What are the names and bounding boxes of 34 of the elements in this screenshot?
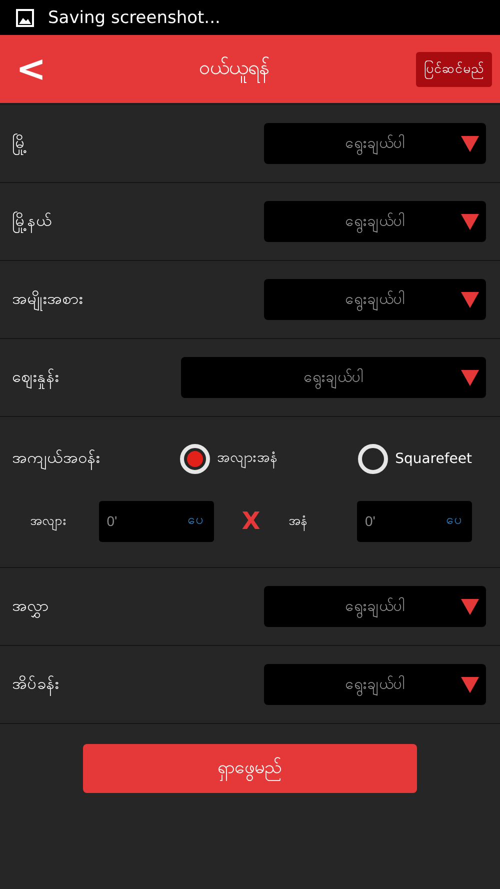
dropdown[interactable]: ရွေးချယ်ပါ [264,586,486,627]
field-label: အနံ [288,512,357,530]
field-label: ဈေးနှုန်း [12,366,59,390]
search-button[interactable]: ရှာဖွေမည် [83,744,417,793]
radio-label: အလျားအနံ [217,448,278,469]
dropdown[interactable]: ရွေးချယ်ပါ [264,201,486,242]
dropdown[interactable]: ရွေးချယ်ပါ [264,123,486,164]
unit-label: ပေ [446,512,462,530]
page-title: ဝယ်ယူရန် [199,54,270,84]
field-label: အလွှာ [12,594,49,618]
multiply-sign: X [242,507,260,535]
field-label: အလျား [30,512,99,530]
dropdown-triangle-icon [461,677,479,693]
dropdown-triangle-icon [461,599,479,615]
dropdown-triangle-icon [461,136,479,152]
dropdown[interactable]: ရွေးချယ်ပါ [264,279,486,320]
dropdown-triangle-icon [461,370,479,386]
radio-button[interactable] [179,442,212,474]
image-icon [16,8,34,26]
dropdown-triangle-icon [461,214,479,230]
back-button[interactable]: < [10,48,52,90]
field-label: မြို့ [12,132,27,156]
dropdown[interactable]: ရွေးချယ်ပါ [264,664,486,705]
radio-button[interactable] [357,442,390,474]
dropdown[interactable]: ရွေးချယ်ပါ [181,357,486,398]
status-text: Saving screenshot... [48,8,220,28]
dropdown-triangle-icon [461,292,479,308]
field-label: အကျယ်အဝန်း [12,446,100,470]
radio-label: Squarefeet [395,450,472,466]
field-label: မြို့နယ် [12,210,52,234]
unit-label: ပေ [188,512,204,530]
field-label: အိပ်ခန်း [12,672,59,696]
field-label: အမျိုးအစား [12,288,83,312]
edit-button[interactable]: ပြင်ဆင်မည် [416,52,492,86]
